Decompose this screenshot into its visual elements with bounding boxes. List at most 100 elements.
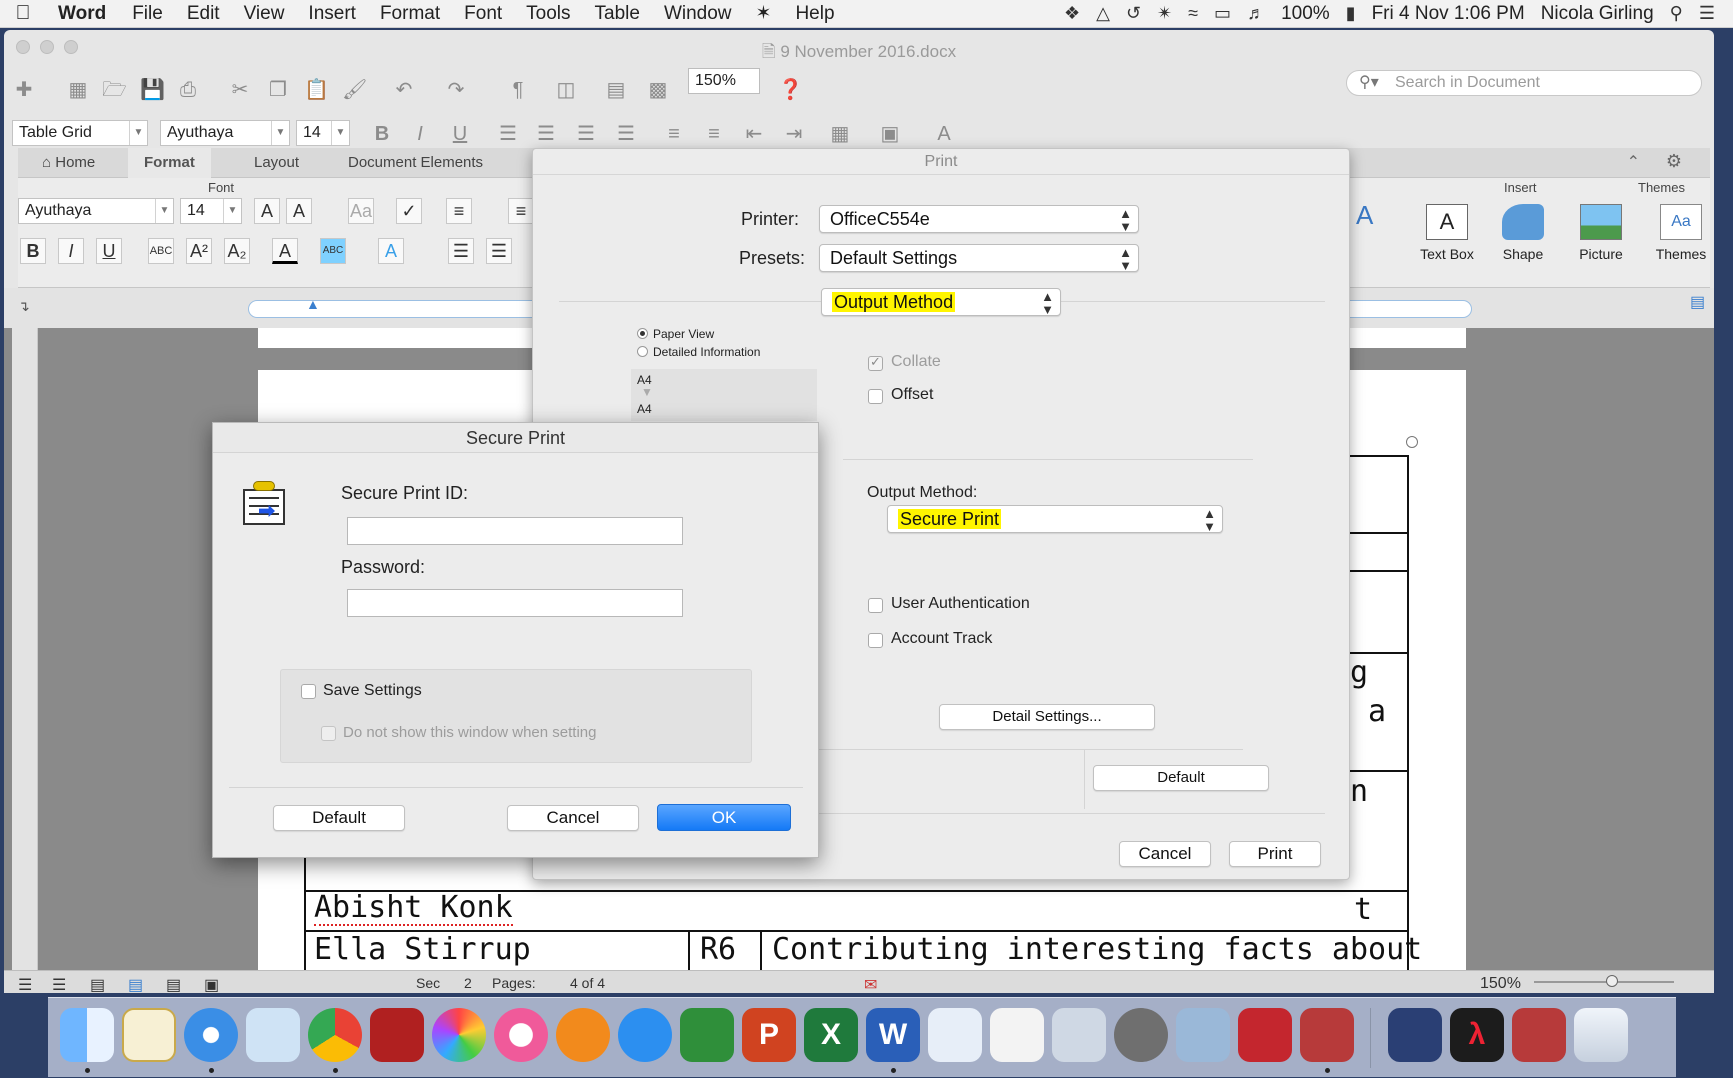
underline-icon[interactable]: U — [448, 122, 472, 146]
focus-view-icon[interactable]: ▣ — [204, 975, 219, 993]
toolbox-icon[interactable]: ▤ — [604, 78, 628, 102]
indent-marker-icon[interactable]: ▲ — [306, 296, 320, 312]
print-button[interactable]: Print — [1229, 841, 1321, 867]
pane-popup[interactable]: Output Method ▲ ▼ — [821, 288, 1061, 316]
dropbox-icon[interactable]: ❖ — [1064, 3, 1080, 24]
detail-settings-button[interactable]: Detail Settings... — [939, 704, 1155, 730]
password-input[interactable] — [347, 589, 683, 617]
app-store-icon[interactable] — [618, 1008, 672, 1062]
cell-text[interactable]: t — [1354, 892, 1372, 927]
text-effects-icon[interactable]: A — [378, 238, 404, 264]
save-icon[interactable]: 💾 — [140, 78, 165, 102]
align-center-icon[interactable]: ☰ — [534, 122, 558, 146]
powerpoint-icon[interactable]: P — [742, 1008, 796, 1062]
change-case-icon[interactable]: Aa — [348, 198, 374, 224]
ribbon-highlight-icon[interactable]: ABC — [320, 238, 346, 264]
sidebar-icon[interactable]: ◫ — [554, 78, 578, 102]
print-icon[interactable]: ⎙ — [176, 78, 200, 102]
printer-queue-icon[interactable] — [1300, 1008, 1354, 1062]
ribbon-size-combo[interactable]: 14 ▼ — [180, 198, 242, 224]
tab-selector-icon[interactable]: ↴ — [18, 298, 30, 315]
themes-button[interactable]: Aa Themes — [1646, 204, 1714, 262]
numbers-icon[interactable] — [928, 1008, 982, 1062]
clear-formatting-icon[interactable]: ✓ — [396, 198, 422, 224]
table-resize-handle[interactable] — [1406, 436, 1418, 448]
menu-format[interactable]: Format — [368, 3, 452, 25]
dont-show-checkbox[interactable] — [321, 726, 336, 741]
shape-button[interactable]: Shape — [1488, 204, 1558, 262]
decrease-indent-icon[interactable]: ⇤ — [742, 122, 766, 146]
outline-view-icon[interactable]: ☰ — [52, 975, 66, 993]
word-icon[interactable]: W — [866, 1008, 920, 1062]
menubar-clock[interactable]: Fri 4 Nov 1:06 PM — [1372, 3, 1525, 25]
ribbon-bullets-icon[interactable]: ≡ — [446, 198, 472, 224]
proofing-status-icon[interactable]: ✉ — [864, 975, 877, 993]
preview-icon[interactable] — [990, 1008, 1044, 1062]
tab-home[interactable]: ⌂ Home — [26, 148, 111, 178]
ribbon-settings-icon[interactable]: ⚙ — [1666, 151, 1682, 172]
draft-view-icon[interactable]: ☰ — [18, 975, 32, 993]
acrobat-icon[interactable]: λ — [1450, 1008, 1504, 1062]
wifi-icon[interactable]: ≈ — [1188, 3, 1198, 24]
chrome-icon[interactable] — [308, 1008, 362, 1062]
picture-button[interactable]: Picture — [1566, 204, 1636, 262]
cell-text[interactable]: Contributing interesting facts about — [772, 932, 1422, 967]
collapse-ribbon-icon[interactable]: ⌃ — [1627, 152, 1640, 172]
tab-format[interactable]: Format — [128, 148, 211, 178]
account-track-checkbox[interactable] — [868, 633, 883, 648]
collate-checkbox[interactable] — [868, 354, 883, 371]
bluetooth-icon[interactable]: ✴ — [1157, 3, 1172, 24]
save-settings-checkbox[interactable] — [301, 684, 316, 699]
open-icon[interactable]: 🗁 — [102, 78, 127, 102]
airplay-icon[interactable]: ▭ — [1214, 3, 1231, 24]
presets-popup[interactable]: Default Settings ▲ ▼ — [819, 244, 1139, 272]
menu-file[interactable]: File — [120, 3, 175, 25]
align-right-icon[interactable]: ☰ — [574, 122, 598, 146]
menu-window[interactable]: Window — [652, 3, 744, 25]
output-method-popup[interactable]: Secure Print ▲ ▼ — [887, 505, 1223, 533]
detailed-info-radio[interactable] — [637, 346, 648, 357]
help-icon[interactable]: ❓ — [778, 78, 803, 102]
search-input[interactable]: ⚲▾ Search in Document — [1346, 70, 1702, 96]
print-default-button[interactable]: Default — [1093, 765, 1269, 791]
script-menu-icon[interactable]: ✶ — [744, 2, 784, 25]
itunes-icon[interactable] — [494, 1008, 548, 1062]
network-utility-icon[interactable] — [1176, 1008, 1230, 1062]
menu-tools[interactable]: Tools — [514, 3, 582, 25]
cell-name[interactable]: Abisht Konk — [314, 892, 513, 926]
font-color-icon[interactable]: A — [932, 122, 956, 146]
italic-icon[interactable]: I — [408, 122, 432, 146]
cell-code[interactable]: R6 — [700, 932, 736, 967]
format-painter-icon[interactable]: 🖌 — [342, 78, 367, 102]
cut-icon[interactable]: ✂ — [228, 78, 252, 102]
stack-icon[interactable] — [1512, 1008, 1566, 1062]
numbered-list-icon[interactable]: ≡ — [662, 122, 686, 146]
notebook-view-icon[interactable]: ▤ — [166, 975, 181, 993]
trash-icon[interactable] — [1574, 1008, 1628, 1062]
battery-icon[interactable]: ▮ — [1346, 3, 1356, 24]
ribbon-font-color-icon[interactable]: A — [272, 238, 298, 264]
print-layout-view-icon[interactable]: ▤ — [128, 975, 143, 993]
vertical-ruler[interactable] — [12, 328, 38, 970]
tab-layout[interactable]: Layout — [238, 148, 315, 178]
secure-default-button[interactable]: Default — [273, 805, 405, 831]
spotlight-icon[interactable]: ⚲ — [1670, 3, 1683, 24]
ribbon-underline-icon[interactable]: U — [96, 238, 122, 264]
menu-app-name[interactable]: Word — [46, 3, 120, 25]
ribbon-italic-icon[interactable]: I — [58, 238, 84, 264]
shrink-font-icon[interactable]: A — [286, 198, 312, 224]
menu-help[interactable]: Help — [783, 3, 846, 25]
superscript-icon[interactable]: A² — [186, 238, 212, 264]
user-auth-checkbox[interactable] — [868, 598, 883, 613]
ribbon-numbering-icon[interactable]: ≡ — [508, 198, 534, 224]
copy-icon[interactable]: ❐ — [266, 78, 290, 102]
redo-icon[interactable]: ↷ — [444, 78, 468, 102]
grow-font-icon[interactable]: A — [254, 198, 280, 224]
time-machine-icon[interactable]: ↺ — [1126, 3, 1141, 24]
system-preferences-icon[interactable] — [1114, 1008, 1168, 1062]
notification-center-icon[interactable]: ☰ — [1699, 3, 1715, 24]
align-left-icon[interactable]: ☰ — [496, 122, 520, 146]
finder-icon[interactable] — [60, 1008, 114, 1062]
safari-icon[interactable] — [184, 1008, 238, 1062]
menu-font[interactable]: Font — [452, 3, 514, 25]
